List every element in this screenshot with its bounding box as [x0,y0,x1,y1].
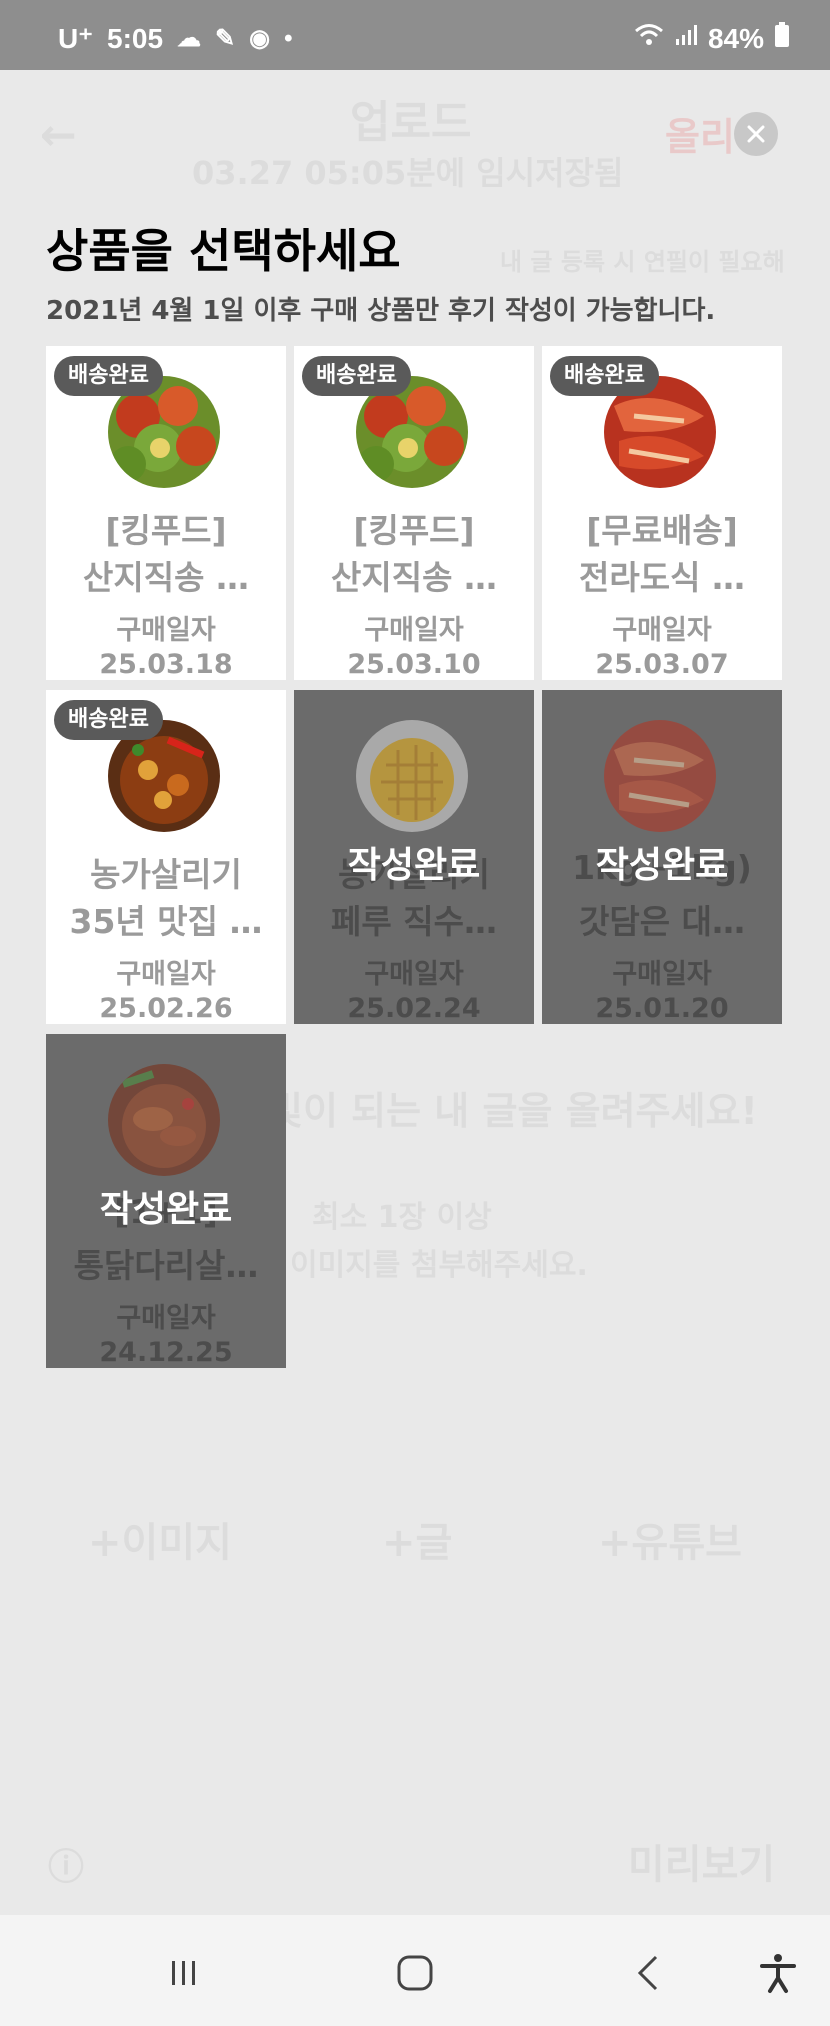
delivered-badge: 배송완료 [54,356,163,396]
purchase-date-label: 구매일자 [116,1303,216,1334]
status-left: U⁺ 5:05 ☁ ✎ ◉ • [58,22,293,55]
product-name-line2: 산지직송 … [331,558,497,597]
bg-add-image: +이미지 [88,1520,232,1566]
ring-icon: ◉ [249,25,271,52]
nav-accessibility-button[interactable] [748,1943,808,2003]
product-card[interactable]: 배송완료 [킹푸드] 산지직송 … 구매일자 25.03.10 [294,346,534,680]
purchase-date-label: 구매일자 [116,615,216,646]
product-name-line1: [킹푸드] [105,511,227,550]
accessibility-icon [760,1954,796,1993]
review-done-label: 작성완료 [99,1189,233,1230]
bg-add-youtube: +유튜브 [598,1520,742,1566]
clock: 5:05 [107,22,164,54]
bg-title: 업로드 [350,97,472,148]
bg-preview: 미리보기 [628,1842,776,1888]
product-name-line2: 갓담은 대… [579,902,745,941]
modal-subtitle: 2021년 4월 1일 이후 구매 상품만 후기 작성이 가능합니다. [46,296,716,326]
delivered-badge: 배송완료 [54,700,163,740]
signal-icon [674,23,698,54]
product-name-line1: [킹푸드] [353,511,475,550]
bg-hint-min: 최소 1장 이상 [312,1200,492,1235]
product-name-line2: 전라도식 … [579,558,745,597]
product-name-line2: 통닭다리살… [73,1246,259,1285]
bg-hint-main: 빛이 되는 내 글을 올려주세요! [268,1089,758,1133]
product-name-line2: 산지직송 … [83,558,249,597]
purchase-date: 24.12.25 [99,1337,233,1368]
product-image [604,720,716,832]
nav-home-button[interactable] [385,1943,445,2003]
purchase-date-label: 구매일자 [612,959,712,990]
status-right: 84% [634,22,790,55]
product-card: 농가살리기 페루 직수… 구매일자 25.02.24 작성완료 [294,690,534,1024]
purchase-date: 25.02.24 [347,993,481,1024]
more-notifications-icon: • [284,24,293,52]
bg-autosave: 03.27 05:05분에 임시저장됨 [192,154,624,192]
review-done-label: 작성완료 [595,845,729,886]
system-nav-bar [0,1915,830,2026]
purchase-date-label: 구매일자 [116,959,216,990]
product-image [356,720,468,832]
purchase-date: 25.03.10 [347,649,481,680]
purchase-date-label: 구매일자 [612,615,712,646]
carrier-label: U⁺ [58,23,93,54]
bg-add-text: +글 [382,1520,453,1566]
bg-notice: 내 글 등록 시 연필이 필요해 [500,248,785,276]
nav-back-button[interactable] [620,1943,680,2003]
nav-recent-apps-button[interactable] [154,1943,214,2003]
back-arrow-icon: ← [40,110,77,161]
purchase-date: 25.03.18 [99,649,233,680]
wifi-icon [634,22,664,55]
purchase-date-label: 구매일자 [364,959,464,990]
product-image [108,1064,220,1176]
product-name-line1: 농가살리기 [90,855,242,894]
close-icon [747,125,765,143]
review-done-label: 작성완료 [347,845,481,886]
battery-icon [774,22,790,55]
bg-hint-attach: 이미지를 첨부해주세요. [290,1248,588,1283]
home-icon [397,1955,433,1991]
bg-help-icon: ⓘ [48,1847,85,1888]
delivered-badge: 배송완료 [302,356,411,396]
delivered-badge: 배송완료 [550,356,659,396]
back-icon [637,1955,658,1991]
weather-icon: ☁ [177,25,202,52]
app-notification-icon: ✎ [215,25,236,52]
product-card[interactable]: 배송완료 [무료배송] 전라도식 … 구매일자 25.03.07 [542,346,782,680]
purchase-date: 25.03.07 [595,649,729,680]
product-name-line1: [무료배송] [586,511,738,550]
battery-percent: 84% [707,22,764,54]
close-button[interactable] [734,112,778,156]
product-name-line2: 페루 직수… [331,902,497,941]
modal-title: 상품을 선택하세요 [46,224,401,278]
product-card[interactable]: 배송완료 [킹푸드] 산지직송 … 구매일자 25.03.18 [46,346,286,680]
product-card: 1kg+1kg) 갓담은 대… 구매일자 25.01.20 작성완료 [542,690,782,1024]
product-card: [1+1] 통닭다리살… 구매일자 24.12.25 작성완료 [46,1034,286,1368]
product-card[interactable]: 배송완료농가살리기 35년 맛집 … 구매일자 25.02.26 [46,690,286,1024]
product-name-line2: 35년 맛집 … [69,902,263,941]
purchase-date-label: 구매일자 [364,615,464,646]
purchase-date: 25.02.26 [99,993,233,1024]
purchase-date: 25.01.20 [595,993,729,1024]
recent-apps-icon [172,1961,195,1985]
status-bar: U⁺ 5:05 ☁ ✎ ◉ • 84% [0,0,830,70]
